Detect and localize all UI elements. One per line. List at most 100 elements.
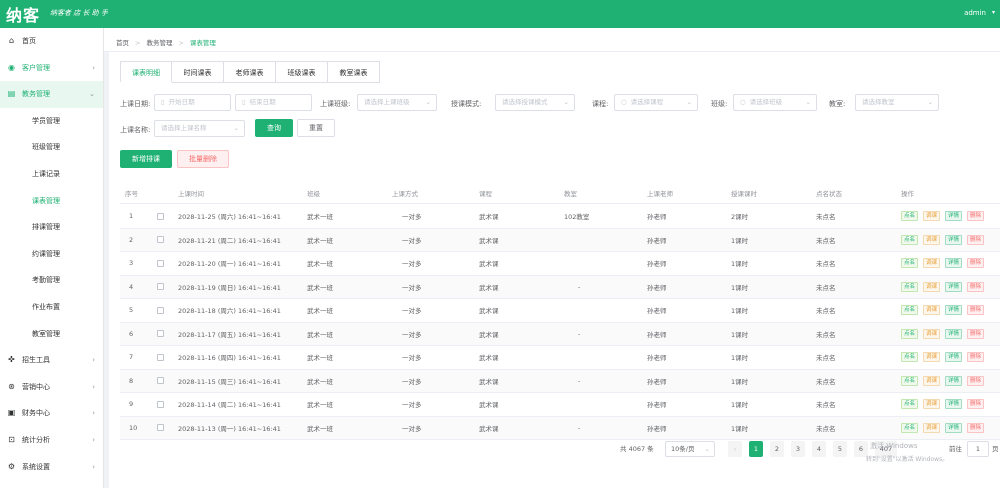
delete-op-button[interactable]: 删除	[967, 352, 985, 363]
sidebar-item-finance[interactable]: ▣ 财务中心 ›	[0, 400, 103, 427]
cell-index: 4	[129, 282, 134, 291]
reschedule-op-button[interactable]: 调课	[923, 422, 941, 433]
rollcall-op-button[interactable]: 点名	[901, 328, 919, 339]
rollcall-op-button[interactable]: 点名	[901, 352, 919, 363]
reschedule-op-button[interactable]: 调课	[923, 234, 941, 245]
row-checkbox[interactable]	[157, 212, 164, 220]
page-2[interactable]: 2	[770, 441, 784, 457]
reschedule-op-button[interactable]: 调课	[923, 375, 941, 386]
row-checkbox[interactable]	[157, 400, 164, 408]
tab-detail[interactable]: 课表明细	[120, 61, 172, 83]
rollcall-op-button[interactable]: 点名	[901, 305, 919, 316]
sidebar-subitem-classrooms[interactable]: 教室管理	[0, 321, 103, 348]
page-5[interactable]: 5	[833, 441, 847, 457]
add-schedule-button[interactable]: 新增排课	[120, 150, 172, 168]
breadcrumb-home[interactable]: 首页	[116, 39, 129, 47]
reschedule-op-button[interactable]: 调课	[923, 305, 941, 316]
row-checkbox[interactable]	[157, 306, 164, 314]
reschedule-op-button[interactable]: 调课	[923, 328, 941, 339]
page-1[interactable]: 1	[749, 441, 763, 457]
sidebar-item-marketing[interactable]: ⊛ 营销中心 ›	[0, 374, 103, 401]
row-checkbox[interactable]	[157, 377, 164, 385]
detail-op-button[interactable]: 详情	[945, 328, 963, 339]
rollcall-op-button[interactable]: 点名	[901, 211, 919, 222]
sidebar-item-home[interactable]: ⌂ 首页	[0, 28, 103, 55]
row-checkbox[interactable]	[157, 259, 164, 267]
page-3[interactable]: 3	[791, 441, 805, 457]
batch-delete-button[interactable]: 批量删除	[177, 150, 229, 168]
detail-op-button[interactable]: 详情	[945, 422, 963, 433]
breadcrumb-academic[interactable]: 教务管理	[146, 39, 172, 47]
sidebar-subitem-records[interactable]: 上课记录	[0, 161, 103, 188]
tab-classroom[interactable]: 教室课表	[328, 61, 380, 83]
delete-op-button[interactable]: 删除	[967, 281, 985, 292]
page-size-select[interactable]: 10条/页 ⌄	[665, 441, 715, 457]
mode-select[interactable]: 请选择授课模式 ⌄	[495, 94, 575, 111]
row-checkbox[interactable]	[157, 353, 164, 361]
delete-op-button[interactable]: 删除	[967, 258, 985, 269]
reschedule-op-button[interactable]: 调课	[923, 281, 941, 292]
teacher-select[interactable]: 请选择教室 ⌄	[855, 94, 939, 111]
delete-op-button[interactable]: 删除	[967, 422, 985, 433]
start-date-input[interactable]: ▯ 开始日期	[154, 94, 231, 111]
delete-op-button[interactable]: 删除	[967, 375, 985, 386]
detail-op-button[interactable]: 详情	[945, 399, 963, 410]
tab-time[interactable]: 时间课表	[172, 61, 224, 83]
delete-op-button[interactable]: 删除	[967, 328, 985, 339]
col-rollcall: 点名状态	[816, 189, 842, 198]
page-4[interactable]: 4	[812, 441, 826, 457]
lesson-select[interactable]: ○ 请选择课程 ⌄	[614, 94, 698, 111]
sidebar-item-recruit[interactable]: ✜ 招生工具 ›	[0, 347, 103, 374]
grade-select[interactable]: ○ 请选择班级 ⌄	[733, 94, 817, 111]
reset-button[interactable]: 重置	[297, 119, 335, 137]
sidebar-subitem-students[interactable]: 学员管理	[0, 108, 103, 135]
row-checkbox[interactable]	[157, 283, 164, 291]
user-menu[interactable]: admin	[964, 9, 986, 17]
class-select[interactable]: 请选择上课班级 ⌄	[357, 94, 437, 111]
rollcall-op-button[interactable]: 点名	[901, 399, 919, 410]
detail-op-button[interactable]: 详情	[945, 211, 963, 222]
cell-mode: 一对多	[402, 213, 422, 222]
sidebar-subitem-classes[interactable]: 班级管理	[0, 134, 103, 161]
delete-op-button[interactable]: 删除	[967, 211, 985, 222]
rollcall-op-button[interactable]: 点名	[901, 422, 919, 433]
detail-op-button[interactable]: 详情	[945, 234, 963, 245]
sidebar-item-settings[interactable]: ⚙ 系统设置 ›	[0, 454, 103, 481]
rollcall-op-button[interactable]: 点名	[901, 281, 919, 292]
reschedule-op-button[interactable]: 调课	[923, 352, 941, 363]
chevron-down-icon[interactable]: ▾	[992, 9, 995, 16]
detail-op-button[interactable]: 详情	[945, 258, 963, 269]
delete-op-button[interactable]: 删除	[967, 234, 985, 245]
detail-op-button[interactable]: 详情	[945, 305, 963, 316]
delete-op-button[interactable]: 删除	[967, 305, 985, 316]
cell-mode: 一对多	[402, 236, 422, 245]
tab-class[interactable]: 班级课表	[276, 61, 328, 83]
sidebar-subitem-booking[interactable]: 约课管理	[0, 241, 103, 268]
sidebar-item-stats[interactable]: ⊡ 统计分析 ›	[0, 427, 103, 454]
sidebar-item-customers[interactable]: ◉ 客户管理 ›	[0, 55, 103, 82]
rollcall-op-button[interactable]: 点名	[901, 234, 919, 245]
sidebar-subitem-attendance[interactable]: 考勤管理	[0, 267, 103, 294]
row-checkbox[interactable]	[157, 236, 164, 244]
sidebar-subitem-timetable[interactable]: 课表管理	[0, 188, 103, 215]
sidebar-item-academic[interactable]: ▤ 教务管理 ⌄	[0, 81, 103, 108]
detail-op-button[interactable]: 详情	[945, 375, 963, 386]
reschedule-op-button[interactable]: 调课	[923, 399, 941, 410]
detail-op-button[interactable]: 详情	[945, 281, 963, 292]
status-select[interactable]: 请选择上课名称 ⌄	[154, 120, 245, 137]
search-button[interactable]: 查询	[255, 119, 293, 137]
rollcall-op-button[interactable]: 点名	[901, 258, 919, 269]
end-date-input[interactable]: ▯ 结束日期	[235, 94, 312, 111]
sidebar-subitem-scheduling[interactable]: 排课管理	[0, 214, 103, 241]
prev-page-button[interactable]: ‹	[728, 441, 742, 457]
reschedule-op-button[interactable]: 调课	[923, 211, 941, 222]
row-checkbox[interactable]	[157, 424, 164, 432]
row-checkbox[interactable]	[157, 330, 164, 338]
delete-op-button[interactable]: 删除	[967, 399, 985, 410]
goto-page-input[interactable]: 1	[967, 441, 989, 457]
detail-op-button[interactable]: 详情	[945, 352, 963, 363]
tab-teacher[interactable]: 老师课表	[224, 61, 276, 83]
reschedule-op-button[interactable]: 调课	[923, 258, 941, 269]
sidebar-subitem-homework[interactable]: 作业布置	[0, 294, 103, 321]
rollcall-op-button[interactable]: 点名	[901, 375, 919, 386]
